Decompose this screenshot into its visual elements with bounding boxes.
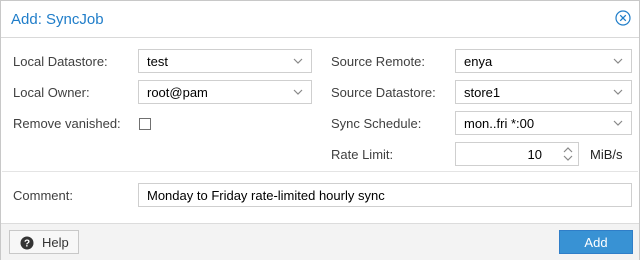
source-remote-value: enya (464, 54, 493, 69)
sync-schedule-label: Sync Schedule: (331, 116, 422, 131)
rate-limit-unit: MiB/s (590, 147, 623, 162)
local-datastore-value: test (147, 54, 168, 69)
dialog-titlebar: Add: SyncJob (1, 1, 639, 38)
local-owner-select[interactable]: root@pam (138, 80, 312, 104)
local-datastore-label: Local Datastore: (13, 54, 108, 69)
section-divider (2, 171, 638, 172)
source-datastore-select[interactable]: store1 (455, 80, 632, 104)
comment-value: Monday to Friday rate-limited hourly syn… (147, 188, 385, 203)
comment-label: Comment: (13, 188, 73, 203)
sync-schedule-combobox[interactable]: mon..fri *:00 (455, 111, 632, 135)
source-datastore-label: Source Datastore: (331, 85, 436, 100)
chevron-down-icon (293, 58, 303, 64)
chevron-down-icon (293, 89, 303, 95)
chevron-down-icon (613, 120, 623, 126)
dialog-body: Local Datastore: test Local Owner: root@… (1, 38, 639, 223)
local-owner-value: root@pam (147, 85, 208, 100)
rate-limit-label: Rate Limit: (331, 147, 394, 162)
local-datastore-select[interactable]: test (138, 49, 312, 73)
add-button-label: Add (584, 235, 608, 250)
remove-vanished-checkbox[interactable] (139, 118, 151, 130)
question-circle-icon: ? (20, 236, 34, 250)
add-syncjob-dialog: Add: SyncJob Local Datastore: test Local… (0, 0, 640, 260)
svg-text:?: ? (24, 239, 30, 250)
source-datastore-value: store1 (464, 85, 501, 100)
help-button[interactable]: ? Help (9, 230, 79, 254)
comment-input[interactable]: Monday to Friday rate-limited hourly syn… (138, 183, 632, 207)
chevron-down-icon (613, 89, 623, 95)
chevron-down-icon (613, 58, 623, 64)
add-button[interactable]: Add (559, 230, 633, 254)
dialog-footer: ? Help Add (1, 223, 639, 260)
sync-schedule-value: mon..fri *:00 (464, 116, 535, 131)
dialog-title: Add: SyncJob (11, 11, 104, 28)
rate-limit-value: 10 (527, 147, 542, 162)
source-remote-select[interactable]: enya (455, 49, 632, 73)
source-remote-label: Source Remote: (331, 54, 425, 69)
rate-limit-input[interactable]: 10 (455, 142, 579, 166)
local-owner-label: Local Owner: (13, 85, 90, 100)
close-icon[interactable] (615, 10, 631, 26)
remove-vanished-label: Remove vanished: (13, 116, 121, 131)
help-button-label: Help (42, 235, 69, 250)
spinner-arrows-icon[interactable] (562, 144, 574, 164)
